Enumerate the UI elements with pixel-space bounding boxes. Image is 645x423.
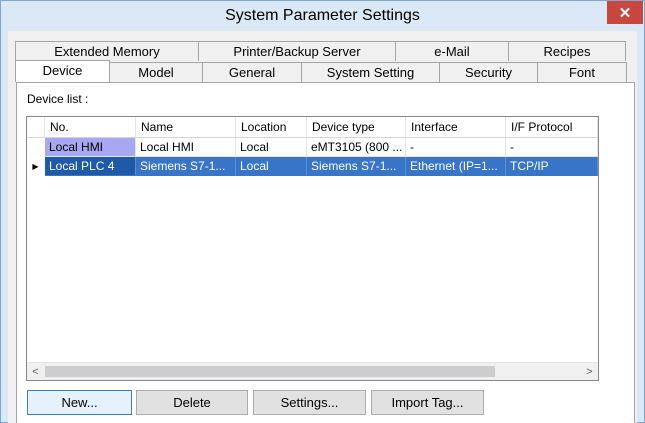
cell-if-protocol[interactable]: -	[506, 138, 598, 157]
tab-printer-backup-server[interactable]: Printer/Backup Server	[198, 41, 396, 61]
column-header-if-protocol[interactable]: I/F Protocol	[506, 117, 598, 138]
column-header-no[interactable]: No.	[45, 117, 136, 138]
cell-location[interactable]: Local	[236, 157, 307, 176]
tab-device[interactable]: Device	[15, 60, 110, 82]
delete-button[interactable]: Delete	[136, 390, 248, 415]
import-tag-button[interactable]: Import Tag...	[371, 390, 484, 415]
device-list-grid[interactable]: No. Name Location Device type Interface …	[26, 116, 599, 381]
row-header-corner	[27, 117, 45, 138]
table-row[interactable]: Local HMI Local HMI Local eMT3105 (800 .…	[27, 138, 598, 157]
new-button[interactable]: New...	[27, 390, 132, 415]
dialog-client-area: Extended Memory Printer/Backup Server e-…	[8, 31, 637, 423]
scroll-left-icon[interactable]: <	[27, 363, 44, 380]
scrollbar-thumb[interactable]	[45, 366, 495, 377]
column-header-interface[interactable]: Interface	[406, 117, 506, 138]
tab-security[interactable]: Security	[439, 62, 538, 82]
tab-general[interactable]: General	[202, 62, 302, 82]
cell-no[interactable]: Local HMI	[45, 138, 136, 157]
cell-device-type[interactable]: eMT3105 (800 ...	[307, 138, 406, 157]
cell-interface[interactable]: Ethernet (IP=1...	[406, 157, 506, 176]
row-indicator	[27, 138, 44, 157]
cell-if-protocol[interactable]: TCP/IP	[506, 157, 598, 176]
column-header-device-type[interactable]: Device type	[307, 117, 406, 138]
table-row-selected[interactable]: ▶ Local PLC 4 Siemens S7-1... Local Siem…	[27, 157, 598, 176]
window-title: System Parameter Settings	[225, 7, 420, 24]
settings-button[interactable]: Settings...	[253, 390, 366, 415]
cell-interface[interactable]: -	[406, 138, 506, 157]
horizontal-scrollbar[interactable]: < >	[27, 362, 598, 380]
current-row-arrow-icon: ▶	[32, 162, 39, 171]
scroll-right-icon[interactable]: >	[581, 363, 598, 380]
tab-recipes[interactable]: Recipes	[508, 41, 626, 61]
cell-location[interactable]: Local	[236, 138, 307, 157]
cell-name[interactable]: Siemens S7-1...	[136, 157, 236, 176]
column-header-name[interactable]: Name	[136, 117, 236, 138]
tab-system-setting[interactable]: System Setting	[301, 62, 440, 82]
tab-extended-memory[interactable]: Extended Memory	[15, 41, 199, 61]
close-button[interactable]: ✕	[607, 1, 643, 24]
column-header-location[interactable]: Location	[236, 117, 307, 138]
title-bar[interactable]: System Parameter Settings ✕	[1, 1, 644, 32]
tab-model[interactable]: Model	[109, 62, 203, 82]
close-icon: ✕	[618, 4, 632, 22]
cell-device-type[interactable]: Siemens S7-1...	[307, 157, 406, 176]
cell-name[interactable]: Local HMI	[136, 138, 236, 157]
cell-no[interactable]: Local PLC 4	[45, 157, 136, 176]
device-list-label: Device list :	[27, 92, 89, 106]
tab-email[interactable]: e-Mail	[395, 41, 509, 61]
tab-font[interactable]: Font	[537, 62, 627, 82]
